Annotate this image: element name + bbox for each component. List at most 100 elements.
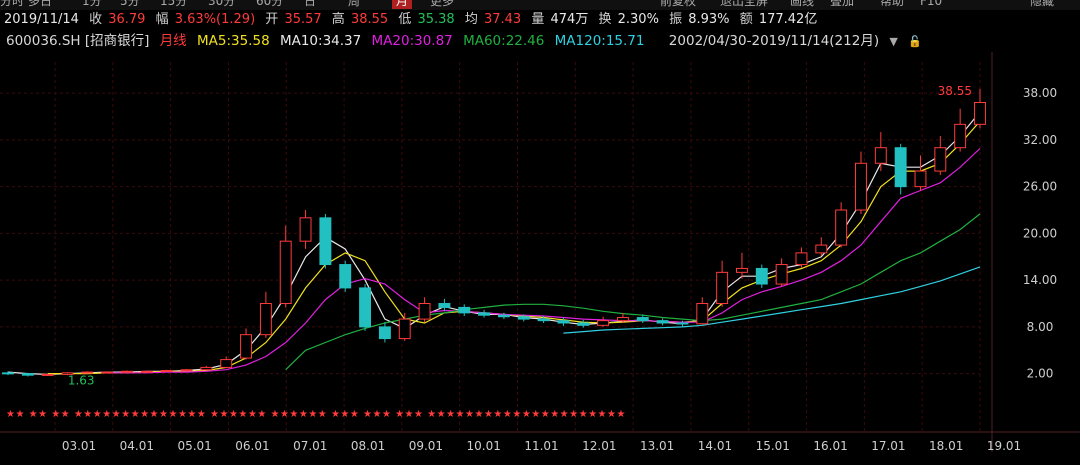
x-tick-label: 15.01: [756, 439, 790, 453]
candle-body: [537, 318, 550, 322]
toolbar-item[interactable]: 5分: [120, 0, 140, 9]
y-tick-label: 26.00: [1023, 180, 1057, 194]
candle-body: [200, 366, 213, 371]
amount-label: 额: [739, 12, 753, 27]
period-toolbar: 分时 多日 1分 5分 15分 30分 60分 日 周 月 更多 前复权 退出全屏 画线 叠加 帮助 F10 隐藏: [0, 0, 1080, 10]
x-tick-label: 14.01: [698, 439, 732, 453]
open-value: 35.57: [284, 12, 322, 27]
turnover-label: 换: [598, 12, 612, 27]
y-tick-label: 14.00: [1023, 273, 1057, 287]
candle-body: [914, 170, 927, 188]
toolbar-item[interactable]: 分时: [0, 0, 24, 9]
turnover-value: 2.30%: [617, 12, 659, 27]
toolbar-item[interactable]: 退出全屏: [720, 0, 768, 9]
toolbar-item[interactable]: 前复权: [660, 0, 696, 9]
candle-body: [21, 373, 34, 376]
lock-icon[interactable]: 🔓: [908, 31, 922, 53]
toolbar-item[interactable]: 画线: [790, 0, 814, 9]
toolbar-item[interactable]: 月: [392, 0, 413, 9]
toolbar-item[interactable]: 15分: [160, 0, 187, 9]
low-annotation: 1.63: [68, 374, 95, 388]
x-tick-label: 13.01: [640, 439, 674, 453]
y-tick-label: 20.00: [1023, 226, 1057, 240]
candle-body: [656, 320, 669, 324]
kline-chart[interactable]: 38.00 32.00 26.00 20.00 14.00 8.00 2.00 03.01 04…: [0, 52, 1080, 461]
high-label: 高: [331, 12, 345, 27]
toolbar-item[interactable]: 周: [348, 0, 360, 9]
x-tick-label: 10.01: [467, 439, 501, 453]
ma5-line: [7, 111, 981, 376]
candle-body: [577, 322, 590, 326]
candle-body: [755, 267, 768, 285]
candle-body: [815, 244, 828, 254]
ma10-line: [47, 120, 981, 375]
toolbar-item[interactable]: 30分: [208, 0, 235, 9]
candle-body: [616, 317, 629, 322]
candle-body: [736, 267, 748, 273]
candle-body: [220, 359, 233, 368]
candle-body: [497, 314, 510, 318]
x-tick-label: 11.01: [524, 439, 558, 453]
dropdown-arrow-icon[interactable]: ▼: [889, 31, 897, 53]
toolbar-item[interactable]: 1分: [82, 0, 102, 9]
toolbar-item[interactable]: 60分: [256, 0, 283, 9]
x-tick-label: 03.01: [62, 439, 96, 453]
candle-body: [121, 370, 133, 373]
low-label: 低: [398, 12, 412, 27]
candle-body: [775, 264, 788, 285]
candle-body: [378, 326, 391, 340]
x-tick-label: 18.01: [929, 439, 963, 453]
candle-body: [874, 147, 887, 164]
candle-body: [855, 162, 867, 211]
stock-code: 600036.SH: [6, 33, 81, 49]
x-tick-label: 16.01: [813, 439, 847, 453]
toolbar-item[interactable]: 隐藏: [1030, 0, 1054, 9]
close-value: 36.79: [108, 12, 146, 27]
kline-svg[interactable]: 38.00 32.00 26.00 20.00 14.00 8.00 2.00 03.01 04…: [0, 52, 1080, 461]
candle-body: [696, 303, 709, 325]
y-tick-label: 38.00: [1023, 86, 1057, 100]
ma5-legend: MA5:35.58: [196, 33, 270, 49]
candle-body: [339, 264, 352, 289]
date-range: 2002/04/30-2019/11/14(212月): [668, 33, 880, 49]
ma20-legend: MA20:30.87: [371, 33, 453, 49]
quote-bar: 2019/11/14 收 36.79 幅 3.63%(1.29) 开 35.57…: [0, 10, 1080, 30]
amplitude-value: 8.93%: [688, 12, 730, 27]
x-tick-label: 17.01: [871, 439, 905, 453]
toolbar-item[interactable]: 多日: [28, 0, 52, 9]
ma10-legend: MA10:34.37: [279, 33, 362, 49]
candle-body: [478, 312, 491, 316]
close-label: 收: [89, 12, 103, 27]
candle-body: [597, 320, 610, 326]
high-annotation: 38.55: [938, 84, 972, 98]
candle-body: [259, 303, 272, 336]
candle-body: [934, 147, 947, 172]
y-tick-label: 2.00: [1027, 367, 1054, 381]
candle-body: [41, 373, 54, 376]
stock-name: [招商银行]: [84, 33, 150, 49]
toolbar-item[interactable]: 日: [304, 0, 316, 9]
candle-body: [418, 303, 431, 320]
candle-body: [140, 370, 153, 373]
candle-body: [279, 240, 292, 305]
ma60-legend: MA60:22.46: [463, 33, 545, 49]
candle-body: [676, 322, 689, 325]
toolbar-item[interactable]: 叠加: [830, 0, 854, 9]
ma-legend: 600036.SH [招商银行] 月线 MA5:35.58 MA10:34.37…: [0, 30, 1080, 52]
candle-body: [240, 334, 252, 359]
x-tick-label: 09.01: [409, 439, 443, 453]
toolbar-item[interactable]: F10: [920, 0, 942, 9]
candle-body: [894, 147, 907, 188]
x-tick-label: 06.01: [235, 439, 269, 453]
candle-body: [319, 217, 332, 266]
toolbar-item[interactable]: 更多: [430, 0, 454, 9]
candle-body: [2, 372, 14, 375]
toolbar-item[interactable]: 帮助: [880, 0, 904, 9]
low-value: 35.38: [417, 12, 455, 27]
candle-body: [716, 271, 729, 305]
x-tick-label: 19.01: [987, 439, 1021, 453]
candle-body: [299, 217, 312, 242]
period-label[interactable]: 月线: [160, 30, 187, 52]
x-tick-label: 12.01: [582, 439, 616, 453]
amount-value: 177.42亿: [758, 12, 818, 27]
